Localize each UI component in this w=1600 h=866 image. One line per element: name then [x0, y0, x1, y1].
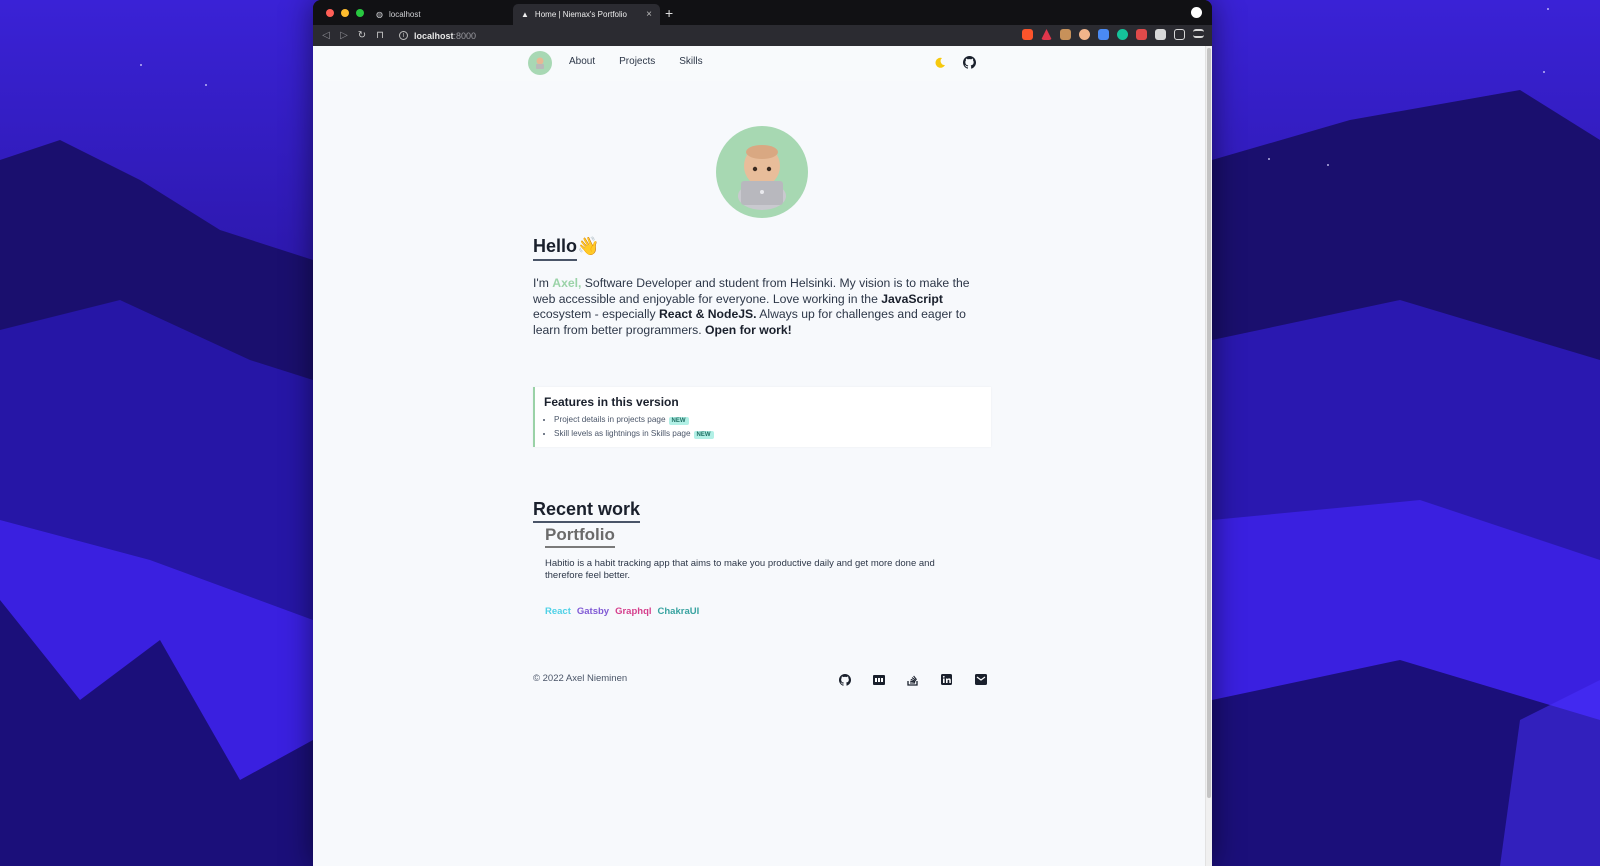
minimize-window-button[interactable] — [341, 8, 349, 17]
url-port: :8000 — [453, 30, 477, 41]
tab-list-menu-icon[interactable] — [1191, 7, 1202, 18]
nav-link-skills[interactable]: Skills — [679, 56, 702, 67]
hamburger-menu-icon[interactable] — [1193, 29, 1204, 38]
new-tab-button[interactable]: + — [665, 5, 673, 21]
mail-icon[interactable] — [973, 673, 988, 686]
wave-icon: 👋 — [577, 236, 600, 256]
hello-heading: Hello👋 — [533, 236, 993, 261]
linkedin-icon[interactable] — [939, 673, 954, 686]
translate-icon[interactable] — [1098, 29, 1109, 40]
nav-link-projects[interactable]: Projects — [619, 56, 655, 67]
tag-graphql: Graphql — [615, 606, 652, 617]
feature-text: Skill levels as lightnings in Skills pag… — [554, 429, 691, 438]
browser-window: ◍ localhost ▲ Home | Niemax's Portfolio … — [313, 0, 1212, 866]
tab-bar: ◍ localhost ▲ Home | Niemax's Portfolio … — [313, 0, 1212, 25]
tag-react: React — [545, 606, 571, 617]
stackoverflow-icon[interactable] — [905, 673, 920, 686]
features-title: Features in this version — [544, 395, 679, 409]
back-icon[interactable]: ◁ — [317, 30, 335, 41]
brave-rewards-icon[interactable] — [1041, 29, 1052, 40]
window-controls — [326, 8, 364, 17]
feature-item: Skill levels as lightnings in Skills pag… — [554, 429, 982, 439]
bio-intro: I'm — [533, 276, 553, 290]
page-viewport: About Projects Skills Hello👋 I'm Axel, S… — [313, 46, 1205, 866]
new-badge: NEW — [693, 431, 714, 439]
wallet-icon[interactable] — [1174, 29, 1185, 40]
project-description: Habitio is a habit tracking app that aim… — [545, 558, 935, 581]
feature-item: Project details in projects pageNEW — [554, 415, 982, 425]
new-badge: NEW — [668, 417, 689, 425]
site-navbar: About Projects Skills — [313, 46, 1205, 81]
bio-name: Axel, — [552, 276, 582, 290]
maximize-window-button[interactable] — [356, 8, 364, 17]
puzzle-icon[interactable] — [1155, 29, 1166, 40]
github-icon[interactable] — [837, 673, 852, 686]
extension-avatar-icon[interactable] — [1079, 29, 1090, 40]
nav-link-about[interactable]: About — [569, 56, 595, 67]
dev-icon[interactable] — [871, 673, 886, 686]
browser-toolbar: ◁ ▷ ↻ ⊓ i localhost:8000 — [313, 25, 1212, 46]
reload-icon[interactable]: ↻ — [353, 30, 371, 41]
site-logo-avatar[interactable] — [528, 51, 552, 75]
features-card: Features in this version Project details… — [533, 387, 991, 447]
tab-title: Home | Niemax's Portfolio — [534, 10, 627, 19]
extensions-bar — [1022, 29, 1204, 40]
tab-portfolio[interactable]: ▲ Home | Niemax's Portfolio × — [513, 4, 660, 25]
memoji-icon — [536, 57, 544, 69]
bio-paragraph: I'm Axel, Software Developer and student… — [533, 276, 973, 338]
extension-red-icon[interactable] — [1136, 29, 1147, 40]
project-title[interactable]: Portfolio — [545, 525, 1005, 548]
favicon-icon: ▲ — [521, 10, 529, 19]
github-icon[interactable] — [963, 56, 976, 69]
tag-chakraui: ChakraUI — [657, 606, 700, 617]
recent-work-title: Recent work — [533, 499, 641, 523]
moon-icon[interactable] — [934, 57, 946, 69]
site-info-icon[interactable]: i — [399, 31, 408, 40]
bookmark-icon[interactable]: ⊓ — [371, 30, 389, 41]
bio-part-2: ecosystem - especially — [533, 307, 659, 321]
extension-hand-icon[interactable] — [1060, 29, 1071, 40]
memoji-laptop-icon — [738, 145, 786, 210]
bio-stack: React & NodeJS. — [658, 307, 757, 321]
address-bar[interactable]: i localhost:8000 — [399, 27, 1002, 44]
hello-text: Hello — [533, 236, 578, 256]
recent-work-heading: Recent work — [533, 499, 993, 523]
forward-icon[interactable]: ▷ — [335, 30, 353, 41]
footer-social-links — [837, 673, 988, 686]
feature-text: Project details in projects page — [554, 415, 666, 424]
close-window-button[interactable] — [326, 8, 334, 17]
bio-cta: Open for work! — [705, 322, 792, 337]
tab-title: localhost — [388, 10, 421, 19]
features-list: Project details in projects pageNEW Skil… — [544, 415, 982, 439]
tag-gatsby: Gatsby — [576, 606, 610, 617]
tab-localhost[interactable]: ◍ localhost — [368, 4, 513, 25]
grammarly-icon[interactable] — [1117, 29, 1128, 40]
scrollbar-thumb[interactable] — [1207, 48, 1211, 798]
project-title-text[interactable]: Portfolio — [545, 525, 615, 548]
page-scrollbar[interactable] — [1205, 46, 1212, 866]
close-tab-icon[interactable]: × — [646, 9, 652, 20]
bio-javascript: JavaScript — [881, 291, 943, 306]
globe-icon: ◍ — [376, 10, 383, 19]
url-host: localhost — [414, 30, 454, 41]
nav-links: About Projects Skills — [569, 56, 703, 67]
profile-avatar — [716, 126, 808, 218]
brave-shield-icon[interactable] — [1022, 29, 1033, 40]
project-tags: React Gatsby Graphql ChakraUI — [545, 606, 1005, 617]
